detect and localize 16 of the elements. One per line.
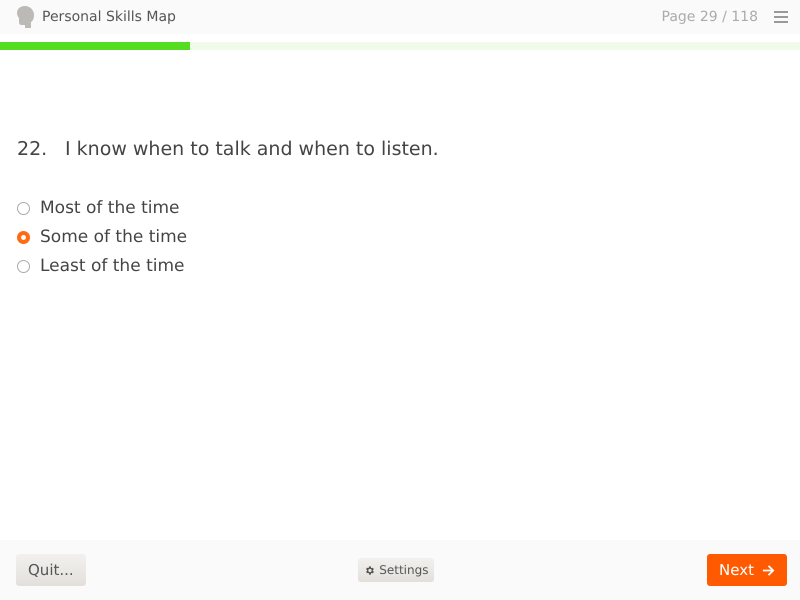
option-label[interactable]: Some of the time bbox=[40, 227, 188, 247]
page-counter: Page 29 / 118 bbox=[662, 9, 758, 25]
radio-button[interactable] bbox=[17, 260, 30, 272]
question-number: 22. bbox=[17, 138, 48, 160]
menu-icon[interactable] bbox=[774, 11, 788, 23]
gear-icon bbox=[364, 564, 376, 576]
head-icon bbox=[16, 6, 34, 28]
radio-button[interactable] bbox=[17, 202, 30, 214]
app-title: Personal Skills Map bbox=[42, 9, 176, 25]
option-label[interactable]: Most of the time bbox=[40, 198, 180, 218]
question-text: I know when to talk and when to listen. bbox=[65, 138, 439, 160]
quit-button[interactable]: Quit... bbox=[16, 554, 86, 586]
radio-button[interactable] bbox=[17, 230, 30, 244]
option-label[interactable]: Least of the time bbox=[40, 256, 184, 276]
settings-button[interactable]: Settings bbox=[358, 558, 434, 582]
arrow-right-icon bbox=[762, 564, 775, 576]
